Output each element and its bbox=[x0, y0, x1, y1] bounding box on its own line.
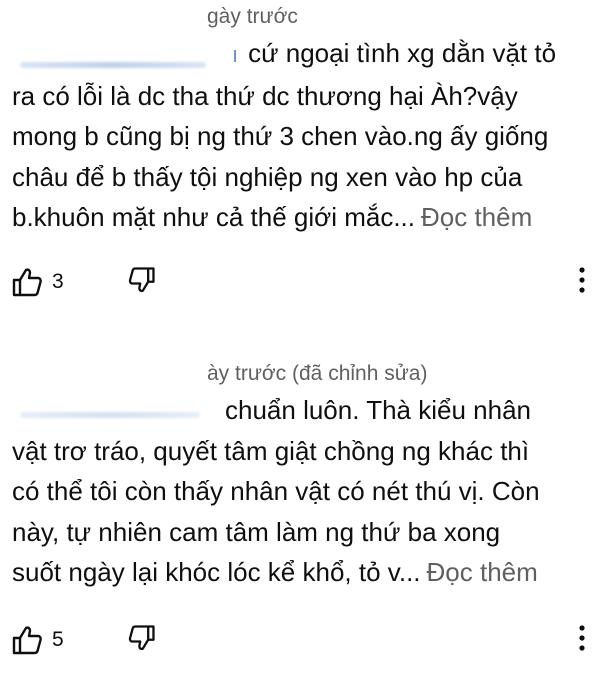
comment-line: ra có lỗi là dc tha thứ dc thương hại Àh… bbox=[12, 80, 518, 111]
more-actions-button[interactable] bbox=[567, 622, 597, 658]
comment-line: có thể tôi còn thấy nhân vật có nét thú … bbox=[12, 476, 540, 506]
like-button[interactable]: 3 bbox=[10, 264, 64, 300]
comment-action-bar: 3 bbox=[0, 262, 597, 302]
comment-line: châu để b thấy tội nghiệp ng xen vào hp … bbox=[12, 161, 523, 192]
comment-text: chuẩn luôn. Thà kiểu nhân vật trơ tráo, … bbox=[12, 390, 582, 593]
comment-line: vật trơ tráo, quyết tâm giật chồng ng kh… bbox=[12, 435, 530, 466]
dislike-button[interactable] bbox=[124, 265, 160, 299]
comment-timestamp: ày trước (đã chỉnh sửa) bbox=[207, 362, 428, 385]
comment-line: suốt ngày lại khóc lóc kể khổ, tỏ v... bbox=[12, 557, 421, 587]
thumbs-down-icon bbox=[127, 265, 157, 300]
comment-line: mong b cũng bị ng thứ 3 chen vào.ng ấy g… bbox=[12, 121, 549, 151]
thumbs-up-icon bbox=[10, 623, 44, 657]
like-button[interactable]: 5 bbox=[10, 622, 64, 658]
thumbs-down-icon bbox=[127, 623, 157, 658]
comment-action-bar: 5 bbox=[0, 620, 597, 660]
comment-text: ı cứ ngoại tình xg dằn vặt tỏ ra có lỗi l… bbox=[12, 33, 582, 238]
dislike-button[interactable] bbox=[124, 623, 160, 657]
read-more-link[interactable]: Đọc thêm bbox=[427, 557, 538, 587]
more-actions-button[interactable] bbox=[567, 264, 597, 300]
comment-line: cứ ngoại tình xg dằn vặt tỏ bbox=[248, 38, 557, 68]
more-vert-icon bbox=[578, 624, 586, 657]
comment-thread-item: gày trước ı cứ ngoại tình xg dằn vặt tỏ r… bbox=[0, 0, 597, 340]
like-count: 3 bbox=[52, 270, 64, 293]
read-more-link[interactable]: Đọc thêm bbox=[421, 202, 532, 232]
comment-line: b.khuôn mặt như cả thế giới mắc... bbox=[12, 202, 415, 232]
author-partial: ı bbox=[232, 42, 239, 67]
like-count: 5 bbox=[52, 628, 64, 651]
comment-line: này, tự nhiên cam tâm làm ng thứ ba xong bbox=[12, 516, 501, 547]
comment-timestamp: gày trước bbox=[207, 5, 298, 28]
more-vert-icon bbox=[578, 266, 586, 299]
comment-line: chuẩn luôn. Thà kiểu nhân bbox=[225, 395, 531, 425]
thumbs-up-icon bbox=[10, 265, 44, 299]
comment-thread-item: ày trước (đã chỉnh sửa) chuẩn luôn. Thà … bbox=[0, 340, 597, 683]
